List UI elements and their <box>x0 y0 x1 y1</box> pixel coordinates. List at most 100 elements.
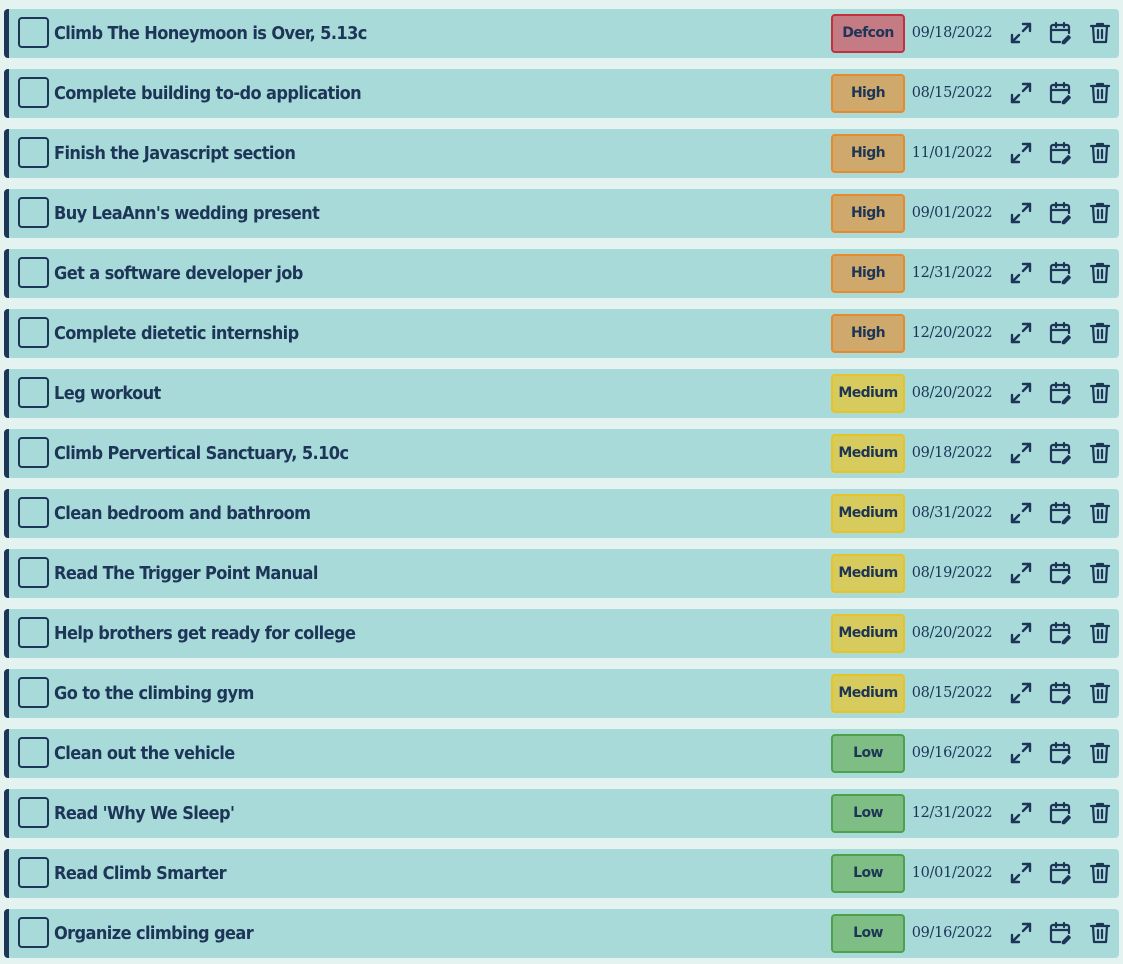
priority-badge: Low <box>831 794 905 833</box>
trash-icon[interactable] <box>1088 861 1112 885</box>
expand-icon[interactable] <box>1009 621 1033 645</box>
calendar-edit-icon[interactable] <box>1048 441 1072 465</box>
trash-icon[interactable] <box>1088 81 1112 105</box>
due-date: 12/31/2022 <box>911 265 993 281</box>
todo-list: Climb The Honeymoon is Over, 5.13c Defco… <box>0 0 1123 964</box>
calendar-edit-icon[interactable] <box>1048 381 1072 405</box>
trash-icon[interactable] <box>1088 261 1112 285</box>
todo-title: Buy LeaAnn's wedding present <box>54 203 320 224</box>
trash-icon[interactable] <box>1088 681 1112 705</box>
priority-badge: High <box>831 254 905 293</box>
trash-icon[interactable] <box>1088 921 1112 945</box>
todo-title: Get a software developer job <box>54 263 303 284</box>
calendar-edit-icon[interactable] <box>1048 861 1072 885</box>
trash-icon[interactable] <box>1088 141 1112 165</box>
todo-title: Help brothers get ready for college <box>54 623 356 644</box>
complete-checkbox[interactable] <box>18 17 49 48</box>
priority-badge: Medium <box>831 554 905 593</box>
trash-icon[interactable] <box>1088 381 1112 405</box>
calendar-edit-icon[interactable] <box>1048 201 1072 225</box>
due-date: 08/15/2022 <box>911 85 993 101</box>
trash-icon[interactable] <box>1088 321 1112 345</box>
complete-checkbox[interactable] <box>18 197 49 228</box>
expand-icon[interactable] <box>1009 441 1033 465</box>
expand-icon[interactable] <box>1009 321 1033 345</box>
due-date: 09/16/2022 <box>911 925 993 941</box>
todo-row: Clean bedroom and bathroom Medium 08/31/… <box>4 489 1119 538</box>
todo-title: Finish the Javascript section <box>54 143 296 164</box>
complete-checkbox[interactable] <box>18 377 49 408</box>
todo-title: Leg workout <box>54 383 161 404</box>
expand-icon[interactable] <box>1009 801 1033 825</box>
due-date: 09/18/2022 <box>911 445 993 461</box>
complete-checkbox[interactable] <box>18 677 49 708</box>
calendar-edit-icon[interactable] <box>1048 741 1072 765</box>
calendar-edit-icon[interactable] <box>1048 621 1072 645</box>
calendar-edit-icon[interactable] <box>1048 81 1072 105</box>
expand-icon[interactable] <box>1009 21 1033 45</box>
trash-icon[interactable] <box>1088 501 1112 525</box>
calendar-edit-icon[interactable] <box>1048 801 1072 825</box>
todo-title: Clean bedroom and bathroom <box>54 503 311 524</box>
priority-badge: High <box>831 134 905 173</box>
complete-checkbox[interactable] <box>18 257 49 288</box>
complete-checkbox[interactable] <box>18 497 49 528</box>
expand-icon[interactable] <box>1009 81 1033 105</box>
complete-checkbox[interactable] <box>18 617 49 648</box>
complete-checkbox[interactable] <box>18 797 49 828</box>
priority-badge: High <box>831 194 905 233</box>
trash-icon[interactable] <box>1088 621 1112 645</box>
complete-checkbox[interactable] <box>18 317 49 348</box>
todo-row: Read The Trigger Point Manual Medium 08/… <box>4 549 1119 598</box>
due-date: 08/20/2022 <box>911 385 993 401</box>
complete-checkbox[interactable] <box>18 917 49 948</box>
trash-icon[interactable] <box>1088 201 1112 225</box>
todo-row: Finish the Javascript section High 11/01… <box>4 129 1119 178</box>
trash-icon[interactable] <box>1088 561 1112 585</box>
priority-badge: High <box>831 74 905 113</box>
priority-badge: Low <box>831 734 905 773</box>
complete-checkbox[interactable] <box>18 77 49 108</box>
todo-row: Complete dietetic internship High 12/20/… <box>4 309 1119 358</box>
due-date: 08/19/2022 <box>911 565 993 581</box>
trash-icon[interactable] <box>1088 21 1112 45</box>
expand-icon[interactable] <box>1009 681 1033 705</box>
due-date: 09/16/2022 <box>911 745 993 761</box>
complete-checkbox[interactable] <box>18 437 49 468</box>
todo-row: Buy LeaAnn's wedding present High 09/01/… <box>4 189 1119 238</box>
complete-checkbox[interactable] <box>18 737 49 768</box>
todo-row: Organize climbing gear Low 09/16/2022 <box>4 909 1119 958</box>
expand-icon[interactable] <box>1009 921 1033 945</box>
calendar-edit-icon[interactable] <box>1048 141 1072 165</box>
due-date: 12/31/2022 <box>911 805 993 821</box>
calendar-edit-icon[interactable] <box>1048 561 1072 585</box>
expand-icon[interactable] <box>1009 741 1033 765</box>
expand-icon[interactable] <box>1009 561 1033 585</box>
calendar-edit-icon[interactable] <box>1048 321 1072 345</box>
expand-icon[interactable] <box>1009 141 1033 165</box>
trash-icon[interactable] <box>1088 441 1112 465</box>
complete-checkbox[interactable] <box>18 857 49 888</box>
priority-badge: Medium <box>831 674 905 713</box>
todo-row: Get a software developer job High 12/31/… <box>4 249 1119 298</box>
todo-title: Organize climbing gear <box>54 923 254 944</box>
expand-icon[interactable] <box>1009 381 1033 405</box>
calendar-edit-icon[interactable] <box>1048 501 1072 525</box>
calendar-edit-icon[interactable] <box>1048 21 1072 45</box>
todo-row: Complete building to-do application High… <box>4 69 1119 118</box>
expand-icon[interactable] <box>1009 261 1033 285</box>
todo-row: Read 'Why We Sleep' Low 12/31/2022 <box>4 789 1119 838</box>
trash-icon[interactable] <box>1088 741 1112 765</box>
complete-checkbox[interactable] <box>18 137 49 168</box>
calendar-edit-icon[interactable] <box>1048 921 1072 945</box>
complete-checkbox[interactable] <box>18 557 49 588</box>
trash-icon[interactable] <box>1088 801 1112 825</box>
expand-icon[interactable] <box>1009 861 1033 885</box>
calendar-edit-icon[interactable] <box>1048 261 1072 285</box>
expand-icon[interactable] <box>1009 201 1033 225</box>
calendar-edit-icon[interactable] <box>1048 681 1072 705</box>
priority-badge: Low <box>831 914 905 953</box>
priority-badge: Low <box>831 854 905 893</box>
priority-badge: Medium <box>831 614 905 653</box>
expand-icon[interactable] <box>1009 501 1033 525</box>
